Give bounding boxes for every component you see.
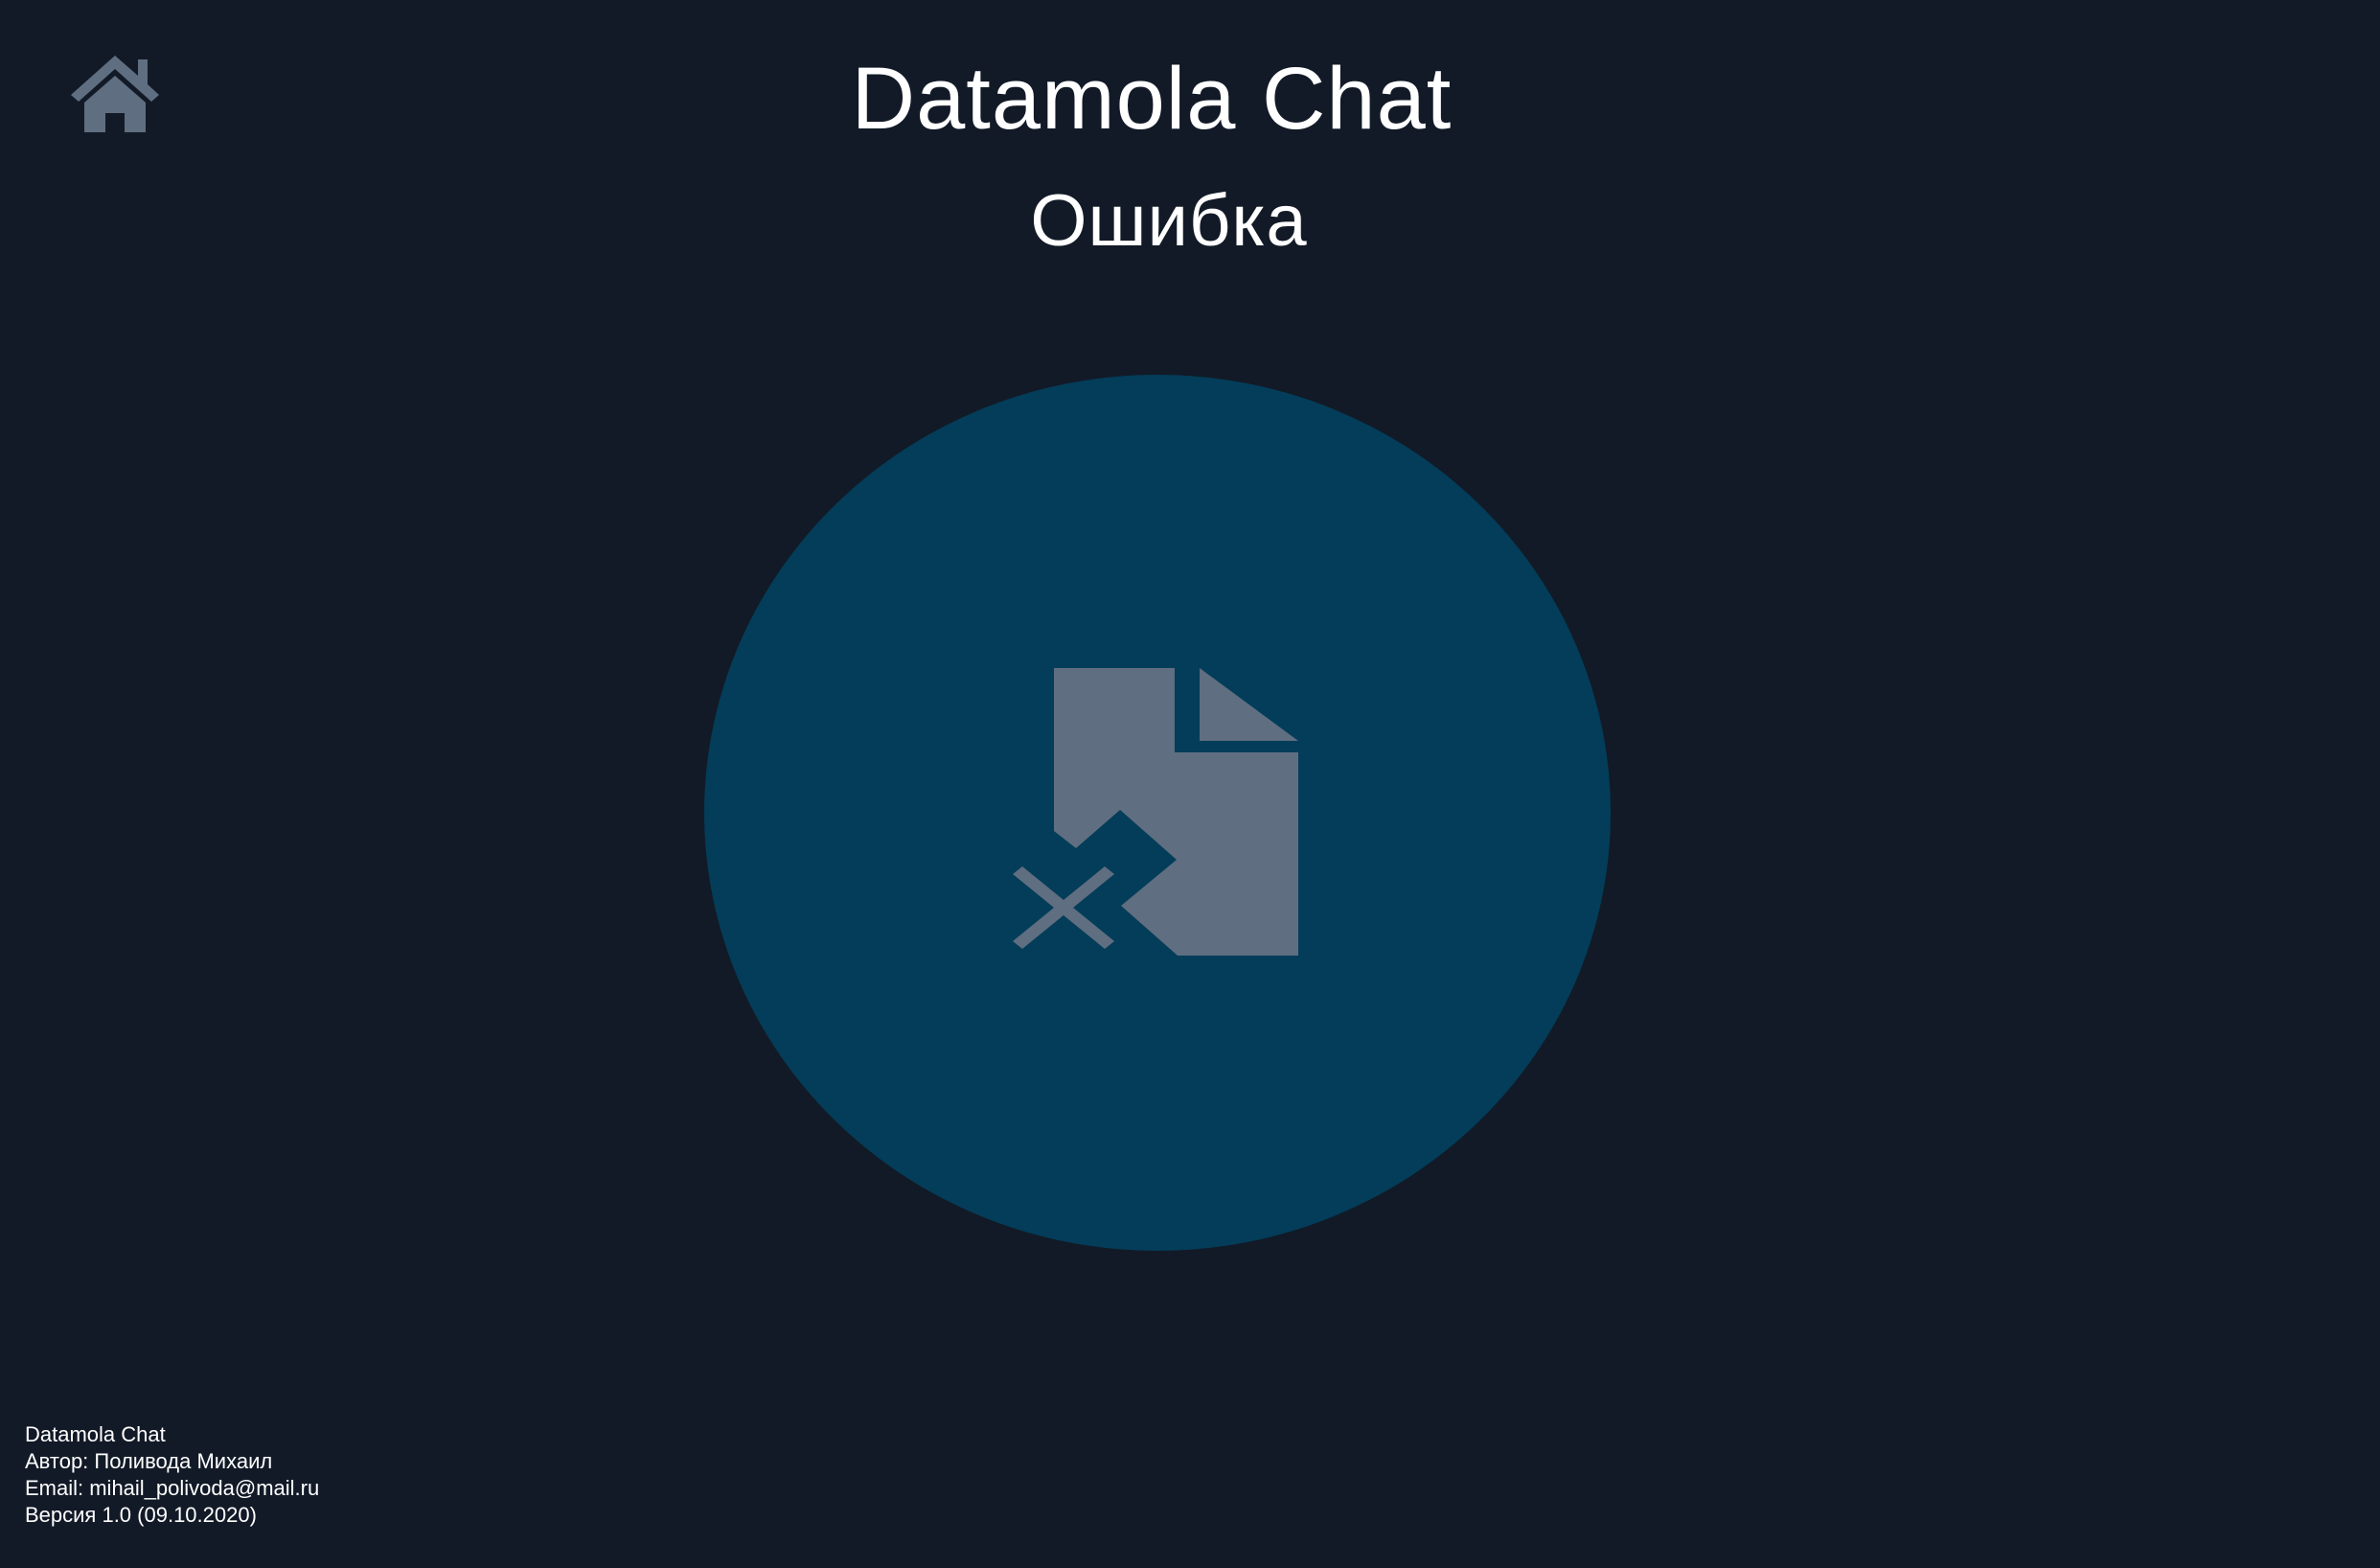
footer-version: Версия 1.0 (09.10.2020) bbox=[25, 1503, 257, 1527]
app-title: Datamola Chat bbox=[851, 50, 1453, 148]
file-error-icon bbox=[1011, 666, 1308, 958]
footer-app-name: Datamola Chat bbox=[25, 1422, 166, 1446]
footer: Datamola Chat Автор: Поливода Михаил Ema… bbox=[25, 1421, 319, 1529]
footer-author: Автор: Поливода Михаил bbox=[25, 1449, 273, 1473]
footer-email: Email: mihail_polivoda@mail.ru bbox=[25, 1476, 320, 1500]
page-subtitle: Ошибка bbox=[1030, 180, 1308, 262]
